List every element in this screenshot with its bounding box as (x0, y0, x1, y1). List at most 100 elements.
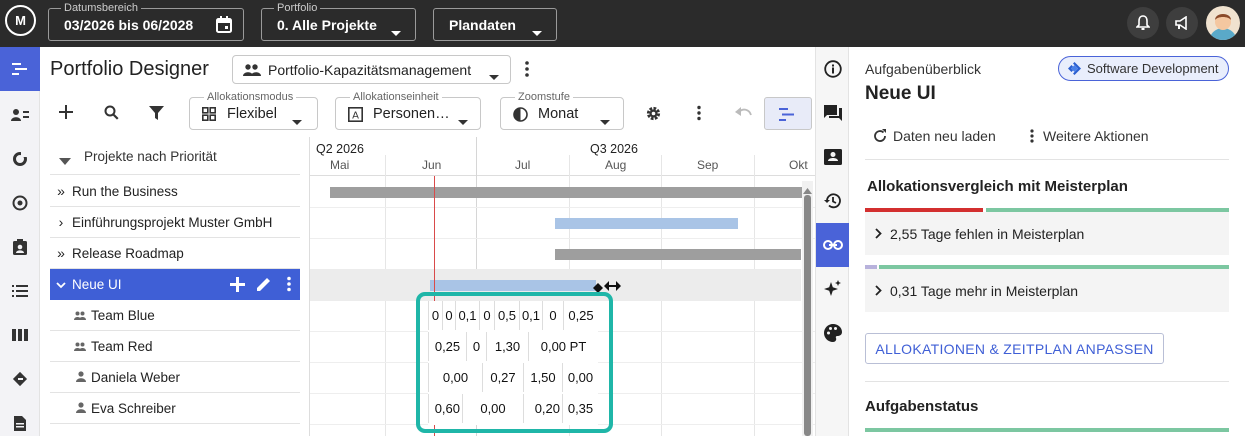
chevron-down-icon[interactable] (50, 277, 72, 292)
bar-neue-ui[interactable] (430, 280, 596, 291)
tree-row-team-blue[interactable]: Team Blue (50, 300, 300, 331)
roadmap-nav-icon[interactable] (0, 357, 40, 401)
more-actions-label: Weitere Aktionen (1043, 128, 1149, 144)
tree-row-neue-ui[interactable]: Neue UI (50, 269, 300, 300)
resources-nav-icon[interactable] (0, 93, 40, 137)
left-nav (0, 47, 40, 436)
undo-icon[interactable] (735, 106, 752, 122)
info-icon[interactable] (816, 47, 850, 91)
gantt-area: Q2 2026 Q3 2026 Mai Jun Jul Aug Sep Okt … (309, 137, 815, 436)
link-icon[interactable] (816, 223, 850, 267)
reload-button[interactable]: Daten neu laden (873, 128, 996, 144)
contact-card-icon[interactable] (816, 135, 850, 179)
comments-icon[interactable] (816, 91, 850, 135)
panel-icon-column (815, 47, 850, 436)
scrollbar-thumb[interactable] (804, 195, 811, 436)
search-icon[interactable] (104, 105, 119, 123)
view-select[interactable]: Portfolio-Kapazitätsmanagement (232, 55, 511, 84)
quarter-label: Q3 2026 (590, 142, 638, 156)
toolbar-more-icon[interactable] (696, 105, 702, 124)
list-nav-icon[interactable] (0, 269, 40, 313)
add-child-icon[interactable] (230, 277, 245, 295)
people-icon (243, 63, 261, 79)
tree-row-eva-schreiber[interactable]: Eva Schreiber (50, 393, 300, 424)
calendar-icon[interactable] (216, 16, 232, 36)
bar-einfuehrungsprojekt[interactable] (555, 218, 738, 229)
allocation-unit-label: Allokationseinheit (350, 90, 442, 104)
settings-gear-icon[interactable] (645, 105, 662, 125)
view-select-value: Portfolio-Kapazitätsmanagement (268, 62, 472, 78)
ai-sparkle-icon[interactable] (816, 267, 850, 311)
compare-heading: Allokationsvergleich mit Meisterplan (867, 178, 1128, 195)
adjust-allocations-button[interactable]: ALLOKATIONEN & ZEITPLAN ANPASSEN (865, 333, 1164, 364)
person-icon (50, 401, 91, 416)
person-icon (50, 370, 91, 385)
gantt-view-toggle[interactable] (764, 97, 812, 130)
date-range-value: 03/2026 bis 06/2028 (64, 17, 194, 33)
team-icon (50, 308, 91, 323)
portfolio-select[interactable]: Portfolio 0. Alle Projekte (261, 1, 416, 41)
cycle-nav-icon[interactable] (0, 137, 40, 181)
grid-icon (202, 107, 216, 124)
palette-icon[interactable] (816, 311, 850, 355)
double-chevron-icon[interactable]: » (50, 245, 72, 261)
vertical-scrollbar[interactable] (802, 181, 813, 436)
plan-data-select[interactable]: Plandaten (433, 8, 557, 41)
zoom-select[interactable]: Zoomstufe Monat (500, 90, 624, 130)
tree-row-einfuehrungsprojekt[interactable]: › Einführungsprojekt Muster GmbH (50, 207, 300, 238)
month-label: Jul (515, 158, 531, 172)
notification-bell-icon[interactable] (1127, 7, 1159, 39)
extra-days-label: 0,31 Tage mehr in Meisterplan (890, 282, 1079, 299)
double-chevron-icon[interactable]: » (50, 183, 72, 199)
portfolio-label: Portfolio (274, 1, 321, 15)
task-title: Neue UI (865, 83, 936, 104)
target-nav-icon[interactable] (0, 181, 40, 225)
tree-row-run-the-business[interactable]: » Run the Business (50, 176, 300, 207)
portfolio-designer-nav-icon[interactable] (0, 47, 40, 91)
bar-release-roadmap[interactable] (555, 249, 801, 260)
chevron-down-icon (391, 23, 401, 39)
chevron-down-icon (489, 67, 499, 83)
task-panel: Aufgabenüberblick Software Development N… (849, 47, 1245, 436)
more-actions-button[interactable]: Weitere Aktionen (1030, 128, 1149, 144)
header-more-icon[interactable] (524, 60, 530, 78)
badge-label: Software Development (1087, 61, 1219, 76)
history-icon[interactable] (816, 179, 850, 223)
collapse-all-icon[interactable] (59, 152, 71, 168)
jira-icon (1068, 62, 1081, 75)
allocation-mode-select[interactable]: Allokationsmodus Flexibel (189, 90, 318, 130)
board-columns-nav-icon[interactable] (0, 313, 40, 357)
project-type-badge[interactable]: Software Development (1058, 56, 1229, 81)
chevron-down-icon (458, 112, 468, 128)
allocation-mode-label: Allokationsmodus (204, 90, 297, 104)
refresh-icon (873, 129, 887, 143)
divider (865, 381, 1229, 382)
allocation-unit-value: Personen… (373, 106, 450, 122)
announcement-megaphone-icon[interactable] (1166, 7, 1198, 39)
date-range-field[interactable]: Datumsbereich 03/2026 bis 06/2028 (48, 1, 244, 41)
missing-days-row[interactable]: 2,55 Tage fehlen in Meisterplan (865, 212, 1229, 255)
chevron-down-icon (292, 112, 302, 128)
allocation-unit-select[interactable]: Allokationseinheit A Personen… (335, 90, 481, 130)
edit-pencil-icon[interactable] (256, 277, 271, 295)
plan-data-label: Plandaten (449, 17, 516, 33)
document-nav-icon[interactable] (0, 401, 40, 445)
tree-row-daniela-weber[interactable]: Daniela Weber (50, 362, 300, 393)
add-icon[interactable] (59, 105, 73, 122)
chevron-right-icon[interactable]: › (50, 214, 72, 230)
tree-row-team-red[interactable]: Team Red (50, 331, 300, 362)
filter-icon[interactable] (149, 106, 164, 123)
reload-label: Daten neu laden (893, 128, 996, 144)
status-heading: Aufgabenstatus (865, 398, 979, 415)
app-logo[interactable]: M (5, 5, 36, 36)
tree-header[interactable]: Projekte nach Priorität (50, 137, 300, 175)
bar-run-the-business[interactable] (330, 187, 802, 198)
clipboard-user-nav-icon[interactable] (0, 225, 40, 269)
user-avatar[interactable] (1206, 6, 1240, 40)
status-progress (865, 428, 1229, 432)
quarter-label: Q2 2026 (316, 142, 364, 156)
month-label: Jun (422, 158, 442, 172)
row-more-icon[interactable] (286, 276, 292, 295)
tree-row-release-roadmap[interactable]: » Release Roadmap (50, 238, 300, 269)
extra-days-row[interactable]: 0,31 Tage mehr in Meisterplan (865, 269, 1229, 312)
